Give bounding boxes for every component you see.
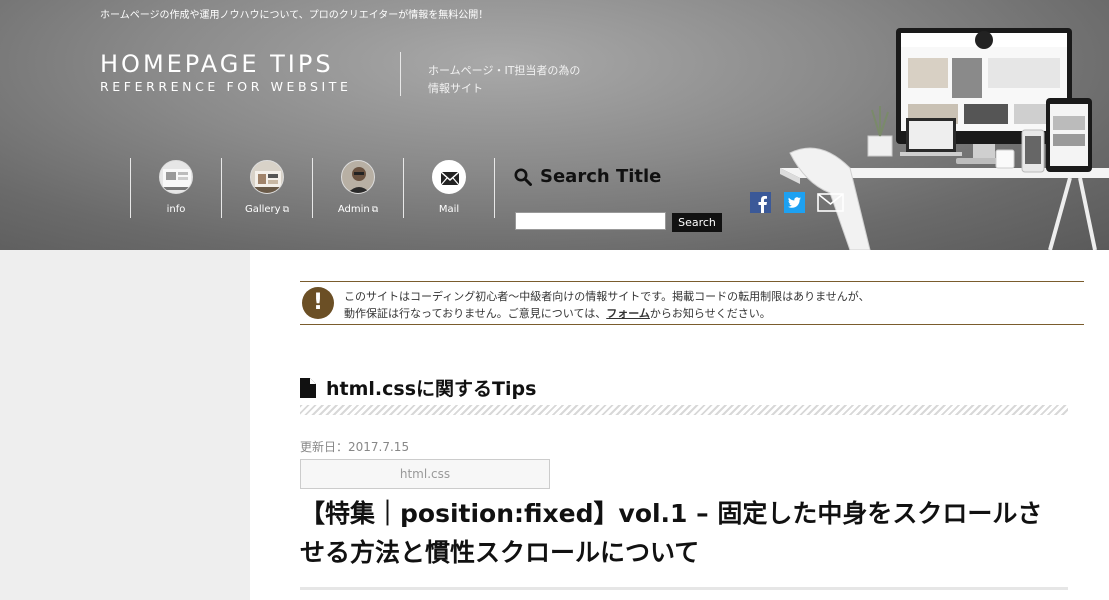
document-icon: [300, 377, 316, 398]
social-links: [750, 192, 844, 213]
external-link-icon: ⧉: [371, 205, 379, 215]
notice-text: このサイトはコーディング初心者〜中級者向けの情報サイトです。掲載コードの転用制限…: [344, 288, 870, 322]
site-description: ホームページ・IT担当者の為の 情報サイト: [428, 62, 628, 98]
nav-label-gallery: Gallery ⧉: [244, 204, 290, 215]
nav-item-admin[interactable]: Admin ⧉: [312, 158, 403, 218]
logo-subtitle: REFERRENCE FOR WEBSITE: [100, 79, 352, 94]
gallery-photo-icon: [250, 160, 284, 194]
facebook-icon[interactable]: [750, 192, 771, 213]
notice-line1: このサイトはコーディング初心者〜中級者向けの情報サイトです。掲載コードの転用制限…: [344, 290, 870, 303]
nav-item-gallery[interactable]: Gallery ⧉: [221, 158, 312, 218]
logo-divider: [400, 52, 401, 96]
site-description-line1: ホームページ・IT担当者の為の: [428, 64, 581, 77]
nav-label-admin: Admin ⧉: [337, 204, 379, 215]
article-divider: [300, 587, 1068, 590]
search-title: Search Title: [514, 166, 661, 187]
search-input[interactable]: [515, 212, 666, 230]
section-heading: html.cssに関するTips: [300, 374, 536, 401]
devices-illustration: [780, 28, 1109, 250]
mail-icon[interactable]: [817, 192, 844, 213]
category-tag[interactable]: html.css: [300, 459, 550, 489]
nav-label-mail: Mail: [438, 204, 460, 215]
search-icon: [514, 168, 532, 186]
external-link-icon: ⧉: [282, 205, 290, 215]
logo-title: HOMEPAGE TIPS: [100, 50, 334, 78]
admin-avatar-icon: [341, 160, 375, 194]
info-photo-icon: [159, 160, 193, 194]
section-title: html.cssに関するTips: [326, 378, 537, 400]
search-area: Search Title Search: [514, 166, 722, 232]
notice-line2: 動作保証は行なっておりません。ご意見については、フォームからお知らせください。: [344, 307, 771, 320]
nav-label-info: info: [166, 204, 186, 215]
feedback-form-link[interactable]: フォーム: [606, 307, 650, 320]
notice-banner: ! このサイトはコーディング初心者〜中級者向けの情報サイトです。掲載コードの転用…: [300, 281, 1084, 325]
article-title[interactable]: 【特集｜position:fixed】vol.1 – 固定した中身をスクロールさ…: [300, 494, 1060, 572]
left-sidebar: [0, 250, 250, 600]
site-logo[interactable]: HOMEPAGE TIPS REFERRENCE FOR WEBSITE: [100, 50, 352, 96]
search-title-text: Search Title: [540, 166, 662, 187]
updated-date: 更新日：2017.7.15: [300, 440, 410, 454]
warning-icon: !: [302, 287, 334, 319]
nav-item-mail[interactable]: Mail: [403, 158, 495, 218]
search-button[interactable]: Search: [672, 213, 722, 232]
site-description-line2: 情報サイト: [428, 82, 483, 95]
header-nav: info Gallery ⧉ Admin ⧉ Mail: [130, 158, 495, 218]
twitter-icon[interactable]: [784, 192, 805, 213]
nav-item-info[interactable]: info: [130, 158, 221, 218]
mail-icon: [432, 160, 466, 194]
site-header: ホームページの作成や運用ノウハウについて、プロのクリエイターが情報を無料公開！ …: [0, 0, 1109, 250]
header-tagline: ホームページの作成や運用ノウハウについて、プロのクリエイターが情報を無料公開！: [100, 10, 489, 21]
heading-stripe-divider: [300, 405, 1068, 415]
